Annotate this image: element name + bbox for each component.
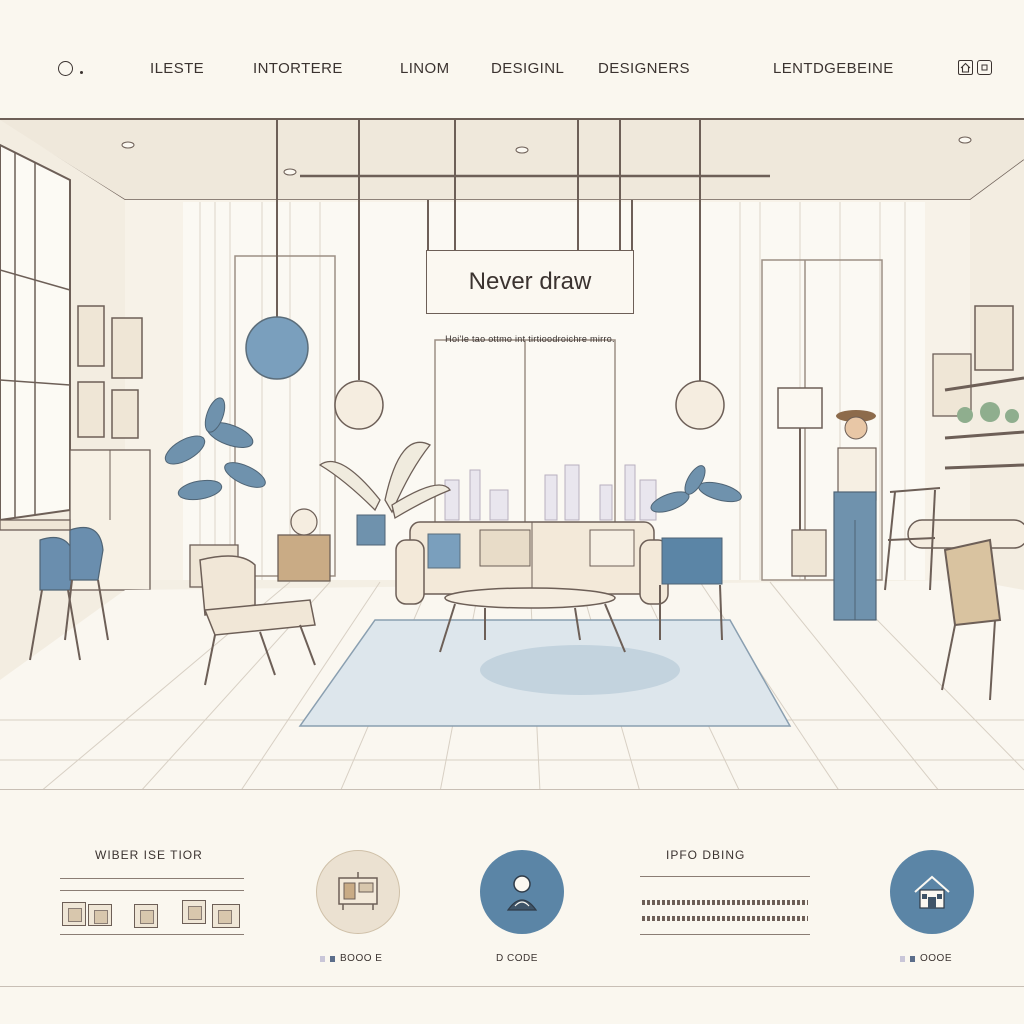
- gallery-thumbnail-5[interactable]: [212, 904, 240, 928]
- left-rule-1: [60, 878, 244, 880]
- nav-link-1[interactable]: ILESTE: [150, 60, 204, 77]
- nav-link-2[interactable]: INTORTERE: [253, 60, 343, 77]
- dotted-text-line-1: [642, 900, 808, 905]
- footer-divider: [0, 986, 1024, 988]
- hero-title-box: Never draw: [426, 250, 634, 314]
- nav-icon-group: [958, 60, 992, 75]
- dotted-text-line-2: [642, 916, 808, 921]
- right-rule-2: [640, 934, 810, 936]
- nav-link-4[interactable]: DESIGINL: [491, 60, 564, 77]
- hero-subtitle: Hoi'le tao ottmo int tirtioodroichre mir…: [445, 334, 615, 344]
- nav-link-6[interactable]: LENTDGEBEINE: [773, 60, 894, 77]
- top-navigation: ILESTE INTORTERE LINOM DESIGINL DESIGNER…: [0, 0, 1024, 118]
- furniture-feature-circle[interactable]: [316, 850, 400, 934]
- caption-2: D CODE: [496, 953, 538, 964]
- logo-dot: [80, 71, 83, 74]
- caption-1-bullet-light: [320, 955, 325, 962]
- nav-link-5[interactable]: DESIGNERS: [598, 60, 690, 77]
- caption-1-bullet: [330, 955, 335, 962]
- logo-circle-icon[interactable]: [58, 61, 73, 76]
- left-rule-2: [60, 890, 244, 892]
- caption-3-text: OOOE: [920, 953, 953, 964]
- caption-3-bullet-light: [900, 955, 905, 962]
- right-column-heading: IPFO DBING: [666, 848, 746, 862]
- person-icon: [506, 875, 538, 911]
- caption-3: OOOE: [900, 953, 952, 964]
- gallery-thumbnail-3[interactable]: [134, 904, 158, 928]
- hero-banner: Never draw Hoi'le tao ottmo int tirtiood…: [0, 118, 1024, 790]
- gallery-thumbnail-2[interactable]: [88, 904, 112, 926]
- caption-2-text: D CODE: [496, 953, 538, 964]
- bag-icon[interactable]: [977, 60, 992, 75]
- left-column-heading: WIBER ISE TIOR: [95, 848, 203, 862]
- gallery-thumbnail-1[interactable]: [62, 902, 86, 926]
- features-section: WIBER ISE TIOR BOOO E D CODE IPFO DBING …: [0, 792, 1024, 1024]
- nav-link-3[interactable]: LINOM: [400, 60, 450, 77]
- caption-1-text: BOOO E: [340, 953, 383, 964]
- gallery-thumbnail-4[interactable]: [182, 900, 206, 924]
- furniture-icon: [338, 872, 378, 910]
- hero-title: Never draw: [468, 268, 592, 295]
- caption-3-bullet: [910, 955, 915, 962]
- house-icon: [914, 875, 950, 909]
- right-rule-1: [640, 876, 810, 878]
- left-rule-3: [60, 934, 244, 936]
- home-icon[interactable]: [958, 60, 973, 75]
- designer-feature-circle[interactable]: [480, 850, 564, 934]
- home-feature-circle[interactable]: [890, 850, 974, 934]
- caption-1: BOOO E: [320, 953, 382, 964]
- interior-illustration: [0, 120, 1024, 789]
